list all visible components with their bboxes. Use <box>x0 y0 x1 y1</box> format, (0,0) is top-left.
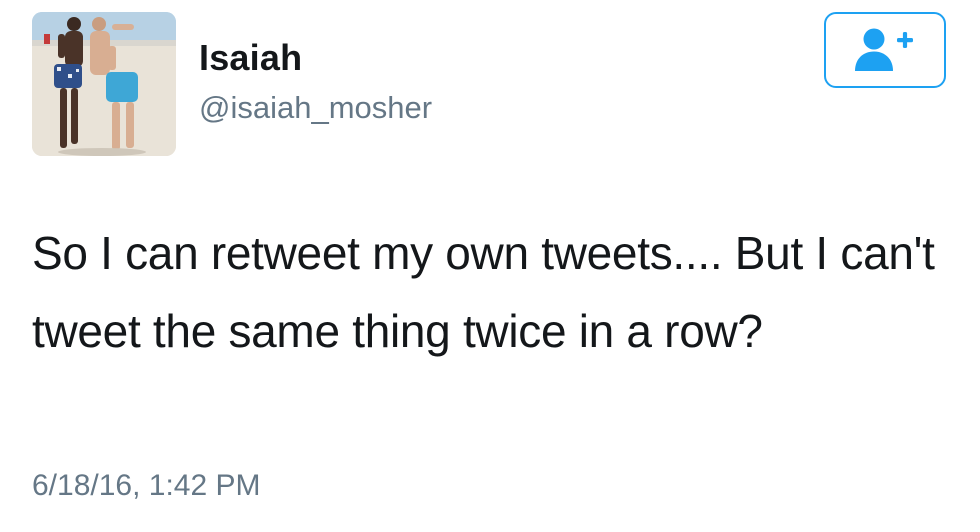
display-name[interactable]: Isaiah <box>199 36 432 80</box>
profile-photo <box>32 12 176 156</box>
avatar[interactable] <box>32 12 176 156</box>
tweet-timestamp[interactable]: 6/18/16, 1:42 PM <box>32 466 261 506</box>
author-info: Isaiah @isaiah_mosher <box>199 36 432 128</box>
tweet-card: Isaiah @isaiah_mosher So I can retweet m… <box>0 0 980 532</box>
add-user-icon <box>855 28 913 71</box>
user-handle[interactable]: @isaiah_mosher <box>199 88 432 128</box>
tweet-text: So I can retweet my own tweets.... But I… <box>32 227 935 357</box>
follow-button[interactable] <box>824 12 946 88</box>
